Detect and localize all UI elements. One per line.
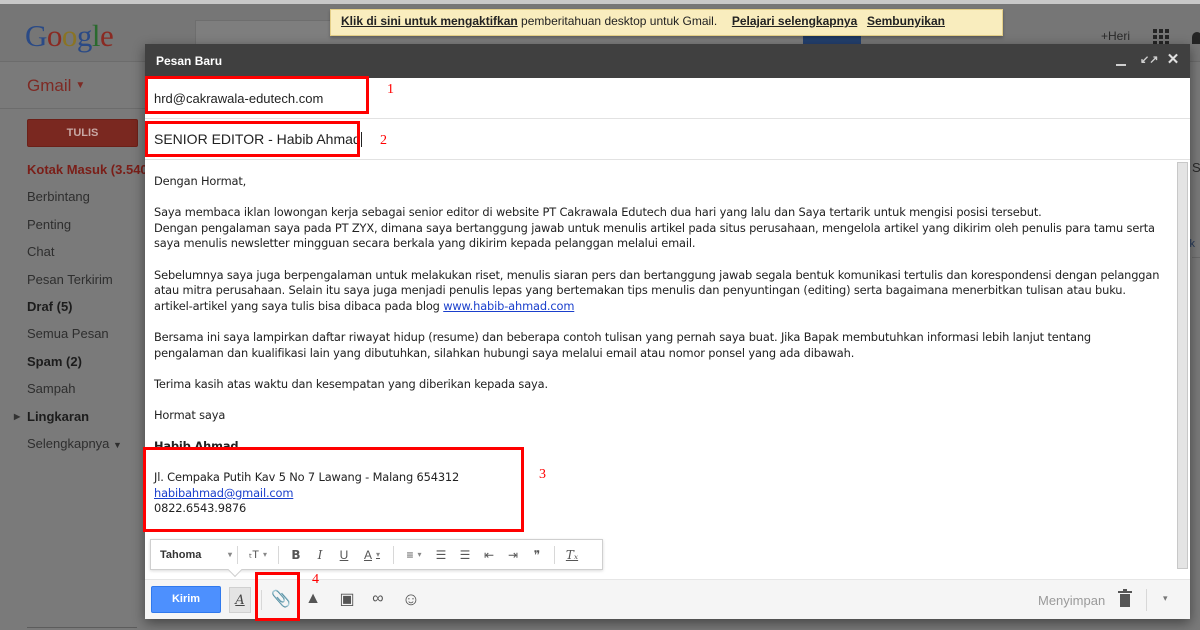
background-text-fragment: S	[1192, 160, 1200, 175]
underline-icon[interactable]: U	[332, 545, 356, 565]
indent-more-icon[interactable]: ⇥	[501, 545, 525, 565]
notifications-bell-icon[interactable]	[1192, 32, 1200, 44]
body-paragraph-4: Terima kasih atas waktu dan kesempatan y…	[154, 376, 548, 391]
compose-button[interactable]: TULIS	[27, 119, 138, 147]
font-family-select[interactable]: Tahoma	[160, 545, 232, 565]
chevron-down-icon: ▼	[113, 439, 122, 450]
remove-formatting-icon[interactable]: Tₓ	[560, 545, 584, 565]
discard-draft-trash-icon[interactable]	[1118, 589, 1132, 607]
sidebar-item-sent[interactable]: Pesan Terkirim	[0, 270, 145, 297]
body-scrollbar[interactable]	[1177, 162, 1188, 569]
body-paragraph-1: Saya membaca iklan lowongan kerja sebaga…	[154, 205, 1155, 251]
indent-less-icon[interactable]: ⇤	[477, 545, 501, 565]
text-cursor	[360, 132, 362, 147]
font-size-icon[interactable]: ₜT	[243, 545, 273, 565]
annotation-number-1: 1	[387, 82, 394, 97]
blog-link[interactable]: www.habib-ahmad.com	[443, 299, 574, 313]
body-paragraph-2: Sebelumnya saya juga berpengalaman untuk…	[154, 267, 1160, 313]
compose-title: Pesan Baru	[156, 54, 223, 68]
user-profile-link[interactable]: +Heri	[1101, 29, 1130, 43]
chevron-down-icon: ▼	[75, 80, 86, 91]
body-paragraph-3: Bersama ini saya lampirkan daftar riwaya…	[154, 329, 1091, 360]
text-color-icon[interactable]: A	[356, 545, 388, 565]
quote-icon[interactable]: ❞	[525, 545, 549, 565]
save-status: Menyimpan	[1038, 593, 1106, 608]
annotation-number-3: 3	[539, 467, 546, 482]
gmail-menu[interactable]: Gmail ▼	[27, 76, 85, 96]
sidebar-nav: Kotak Masuk (3.540) Berbintang Penting C…	[0, 160, 145, 461]
annotation-box-4	[255, 572, 300, 621]
sidebar-item-important[interactable]: Penting	[0, 215, 145, 242]
sidebar-item-more[interactable]: Selengkapnya ▼	[0, 434, 145, 461]
sidebar-item-circles[interactable]: ▶ Lingkaran	[0, 407, 145, 434]
learn-more-link[interactable]: Pelajari selengkapnya	[732, 14, 857, 28]
google-logo[interactable]: Google	[25, 18, 114, 54]
more-options-icon[interactable]: ▾	[1163, 593, 1168, 604]
exit-fullscreen-icon[interactable]: ↙↗	[1140, 53, 1158, 67]
italic-icon[interactable]: I	[308, 545, 332, 565]
desktop-notification-banner: Klik di sini untuk mengaktifkan pemberit…	[330, 9, 1003, 36]
annotation-number-2: 2	[380, 133, 387, 148]
bulleted-list-icon[interactable]: ☰	[453, 545, 477, 565]
body-closing: Hormat saya	[154, 407, 226, 422]
background-divider	[1192, 257, 1200, 258]
insert-link-icon[interactable]: ∞	[367, 588, 389, 610]
align-icon[interactable]: ≡	[399, 545, 429, 565]
emoji-icon[interactable]: ☺	[400, 588, 422, 610]
annotation-box-2	[145, 121, 360, 157]
close-icon[interactable]: ✕	[1166, 52, 1180, 67]
sidebar-divider	[0, 108, 145, 109]
sidebar-item-inbox[interactable]: Kotak Masuk (3.540)	[0, 160, 145, 187]
annotation-box-3	[143, 447, 524, 532]
enable-notifications-link[interactable]: Klik di sini untuk mengaktifkan	[341, 14, 518, 28]
numbered-list-icon[interactable]: ☰	[429, 545, 453, 565]
google-drive-icon[interactable]: ▲	[302, 588, 324, 610]
sidebar-bottom-divider	[27, 627, 137, 628]
bold-icon[interactable]: B	[284, 545, 308, 565]
sidebar-item-chat[interactable]: Chat	[0, 242, 145, 269]
sidebar-item-spam[interactable]: Spam (2)	[0, 352, 145, 379]
notification-text: pemberitahuan desktop untuk Gmail.	[521, 14, 718, 28]
annotation-number-4: 4	[312, 572, 319, 587]
formatting-toolbar: Tahoma ₜT B I U A ≡ ☰ ☰ ⇤ ⇥ ❞ Tₓ	[150, 539, 603, 570]
sidebar-item-drafts[interactable]: Draf (5)	[0, 297, 145, 324]
expand-arrow-icon[interactable]: ▶	[14, 407, 20, 427]
compose-action-bar: Kirim A 📎 ▲ ▣ ∞ ☺ Menyimpan ▾	[145, 579, 1190, 619]
send-button[interactable]: Kirim	[151, 586, 221, 613]
compose-title-bar[interactable]: Pesan Baru ↙↗ ✕	[145, 44, 1190, 78]
sidebar-item-all-mail[interactable]: Semua Pesan	[0, 324, 145, 351]
hide-notification-link[interactable]: Sembunyikan	[867, 14, 945, 28]
insert-photo-icon[interactable]: ▣	[336, 588, 358, 610]
minimize-icon[interactable]	[1114, 53, 1128, 67]
formatting-options-icon[interactable]: A	[229, 587, 251, 613]
annotation-box-1	[145, 76, 369, 114]
apps-grid-icon[interactable]	[1153, 29, 1169, 45]
sidebar-item-trash[interactable]: Sampah	[0, 379, 145, 406]
sidebar-item-starred[interactable]: Berbintang	[0, 187, 145, 214]
body-greeting: Dengan Hormat,	[154, 174, 247, 188]
